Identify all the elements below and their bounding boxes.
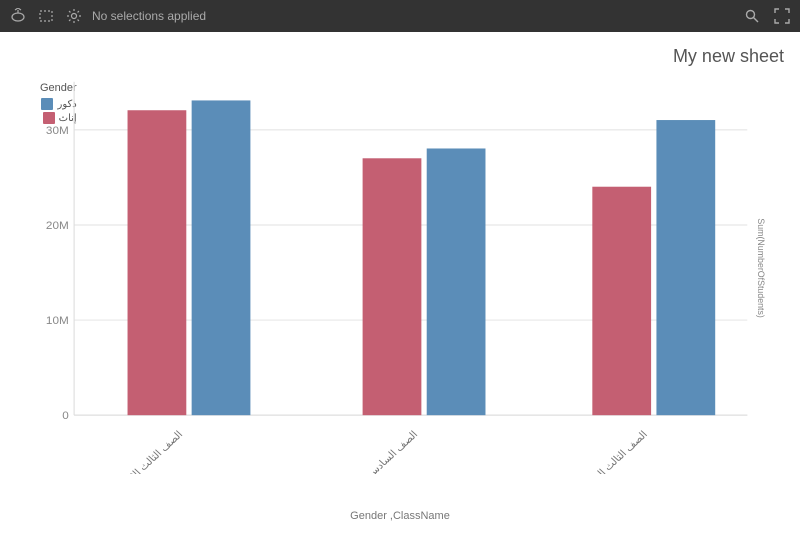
chart-svg: 0 10M 20M 30M الصف الثالث الابتدائي (10, 72, 790, 474)
chart-container: Gender ذكور إناث (10, 72, 790, 474)
x-axis-label: Gender ,ClassName (350, 510, 450, 522)
bar-g2-female[interactable] (363, 158, 422, 415)
svg-text:الصف الثالث الابتدائي: الصف الثالث الابتدائي (110, 429, 185, 474)
bar-g1-male[interactable] (192, 100, 251, 415)
search-icon[interactable] (742, 6, 762, 26)
toolbar: No selections applied (0, 0, 800, 32)
bar-g2-male[interactable] (427, 148, 486, 415)
main-content: My new sheet Gender ذكور إناث (0, 32, 800, 534)
fullscreen-icon[interactable] (772, 6, 792, 26)
toolbar-status: No selections applied (92, 9, 206, 23)
svg-text:الصف الثالث المتوسط: الصف الثالث المتوسط (572, 429, 650, 474)
svg-text:0: 0 (62, 410, 69, 421)
bar-g3-male[interactable] (656, 120, 715, 415)
svg-text:10M: 10M (46, 315, 69, 326)
lasso-icon[interactable] (8, 6, 28, 26)
bar-g3-female[interactable] (592, 187, 651, 415)
bar-g1-female[interactable] (128, 110, 187, 415)
svg-text:الصف السادس الابتدائي: الصف السادس الابتدائي (338, 429, 420, 474)
settings-icon[interactable] (64, 6, 84, 26)
toolbar-right (742, 6, 792, 26)
svg-text:Sum(NumberOfStudents): Sum(NumberOfStudents) (756, 218, 766, 317)
svg-text:20M: 20M (46, 220, 69, 231)
rectangle-select-icon[interactable] (36, 6, 56, 26)
toolbar-left: No selections applied (8, 6, 206, 26)
sheet-title: My new sheet (673, 46, 784, 67)
svg-text:30M: 30M (46, 125, 69, 136)
